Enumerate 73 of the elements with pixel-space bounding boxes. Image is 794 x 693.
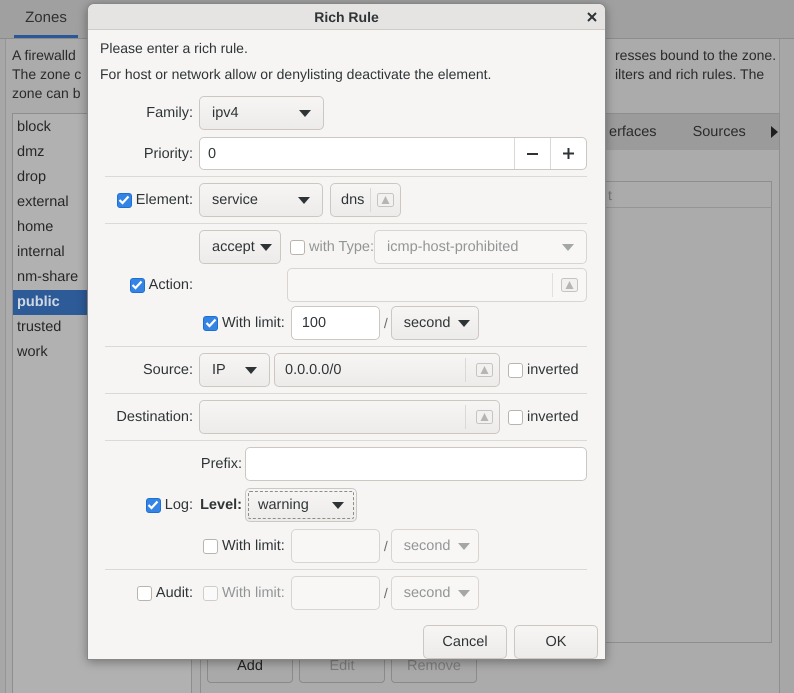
type-value-field[interactable] <box>287 268 587 302</box>
warning-icon <box>377 193 394 207</box>
priority-label: Priority: <box>144 146 193 162</box>
with-limit-label: With limit: <box>222 538 285 554</box>
priority-input[interactable]: 0 <box>200 138 514 169</box>
unit-dropdown[interactable]: second <box>390 306 479 340</box>
limit-input[interactable]: 100 <box>290 306 380 340</box>
zone-description-text: resses bound to the zone. <box>615 46 776 65</box>
instruction-text: Please enter a rich rule. <box>100 39 249 58</box>
caret-icon <box>458 590 470 596</box>
checkbox[interactable] <box>203 538 218 554</box>
slash-text: / <box>384 538 388 554</box>
level-dropdown[interactable]: warning <box>245 488 357 522</box>
element-type-dropdown[interactable]: service <box>199 183 323 217</box>
minus-icon <box>527 152 538 154</box>
caret-icon <box>299 110 311 116</box>
checkbox[interactable] <box>508 410 523 424</box>
settings-tab[interactable]: erfaces <box>609 124 657 140</box>
caret-icon <box>332 502 344 508</box>
limit-input[interactable] <box>290 576 380 610</box>
inverted-label: inverted <box>527 409 579 425</box>
dialog-button[interactable]: OK <box>514 625 598 659</box>
dialog-title: Rich Rule <box>314 8 379 24</box>
family-label: Family: <box>146 105 193 121</box>
source-address-button[interactable]: 0.0.0.0/0 <box>274 353 500 387</box>
priority-spin-field[interactable]: 0 <box>199 137 587 170</box>
with-limit-label: With limit: <box>222 585 285 601</box>
checkbox[interactable] <box>116 192 132 208</box>
with-limit-label: With limit: <box>222 315 285 331</box>
destination-label: Destination: <box>116 409 193 425</box>
caret-icon <box>260 244 272 250</box>
plus-icon <box>563 148 574 159</box>
source-type-dropdown[interactable]: IP <box>199 353 270 387</box>
checkbox[interactable] <box>136 586 152 600</box>
inverted-label: inverted <box>527 362 579 378</box>
element-label: Element: <box>136 192 193 208</box>
close-icon[interactable] <box>587 12 597 22</box>
action-dropdown[interactable]: accept <box>199 230 281 264</box>
level-label: Level: <box>199 497 242 513</box>
caret-icon <box>298 196 310 204</box>
dialog-button[interactable]: Cancel <box>423 625 507 659</box>
settings-tab[interactable]: Sources <box>692 124 746 140</box>
with-type-label: with Type: <box>309 239 374 255</box>
warning-icon <box>476 363 493 377</box>
checkbox[interactable] <box>290 240 305 254</box>
prefix-input[interactable] <box>245 447 587 481</box>
log-label: Log: <box>164 497 193 513</box>
scroll-right-icon[interactable] <box>770 125 779 139</box>
zone-description-text: The zone c <box>12 65 82 84</box>
slash-text: / <box>384 315 388 331</box>
instruction-text: For host or network allow or denylisting deactivate the element. <box>100 65 492 84</box>
family-dropdown[interactable]: ipv4 <box>199 96 324 130</box>
service-button[interactable]: dns <box>330 183 402 217</box>
slash-text: / <box>384 585 388 601</box>
caret-icon <box>245 366 257 374</box>
checkbox[interactable] <box>130 278 145 292</box>
destination-address-button[interactable] <box>199 400 500 434</box>
caret-icon <box>562 244 574 250</box>
audit-label: Audit: <box>156 585 193 601</box>
limit-input[interactable] <box>290 529 380 563</box>
warning-icon <box>476 410 493 424</box>
checkbox[interactable] <box>203 316 218 330</box>
zone-description-text: A firewalld <box>12 46 76 65</box>
prefix-label: Prefix: <box>200 456 242 472</box>
caret-icon <box>458 542 470 550</box>
checkbox[interactable] <box>146 498 161 512</box>
source-label: Source: <box>143 362 193 378</box>
checkbox[interactable] <box>508 362 523 378</box>
zone-description-text: ilters and rich rules. The <box>615 65 764 84</box>
zone-description-text: zone can b <box>12 84 80 103</box>
caret-icon <box>458 320 470 326</box>
action-label: Action: <box>148 277 193 293</box>
warning-icon <box>561 278 578 292</box>
